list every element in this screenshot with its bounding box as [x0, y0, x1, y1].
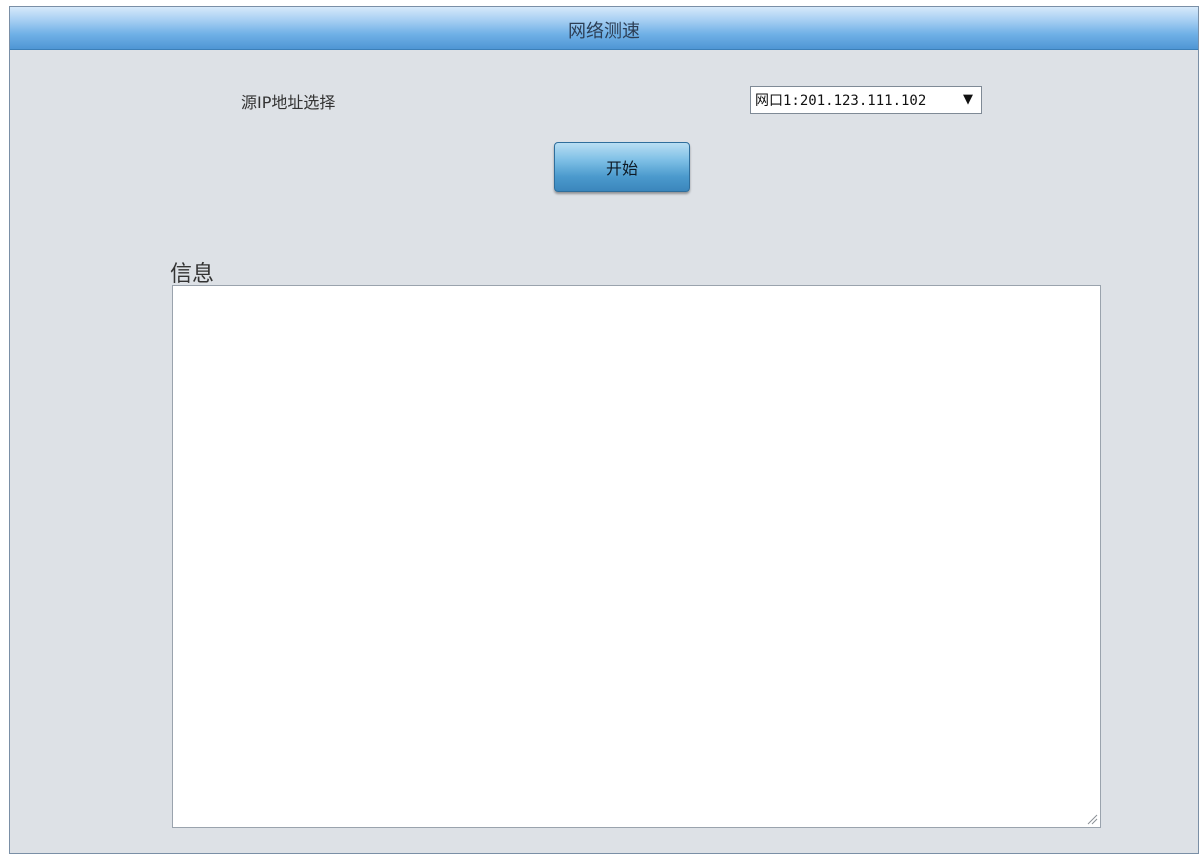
- page-title: 网络测速: [568, 21, 640, 42]
- dropdown-arrow-icon: ▼: [963, 92, 973, 107]
- info-label: 信息: [170, 262, 215, 287]
- speed-test-panel: 网络测速 源IP地址选择 网口1:201.123.111.102 ▼ 开始 信息: [9, 6, 1199, 854]
- panel-header: 网络测速: [10, 7, 1198, 50]
- info-textarea[interactable]: [172, 285, 1101, 828]
- start-button[interactable]: 开始: [554, 142, 690, 192]
- source-ip-selected-value: 网口1:201.123.111.102: [755, 93, 927, 109]
- resize-grip-icon[interactable]: [1086, 813, 1098, 825]
- source-ip-label: 源IP地址选择: [241, 93, 336, 112]
- source-ip-select[interactable]: 网口1:201.123.111.102 ▼: [750, 86, 982, 114]
